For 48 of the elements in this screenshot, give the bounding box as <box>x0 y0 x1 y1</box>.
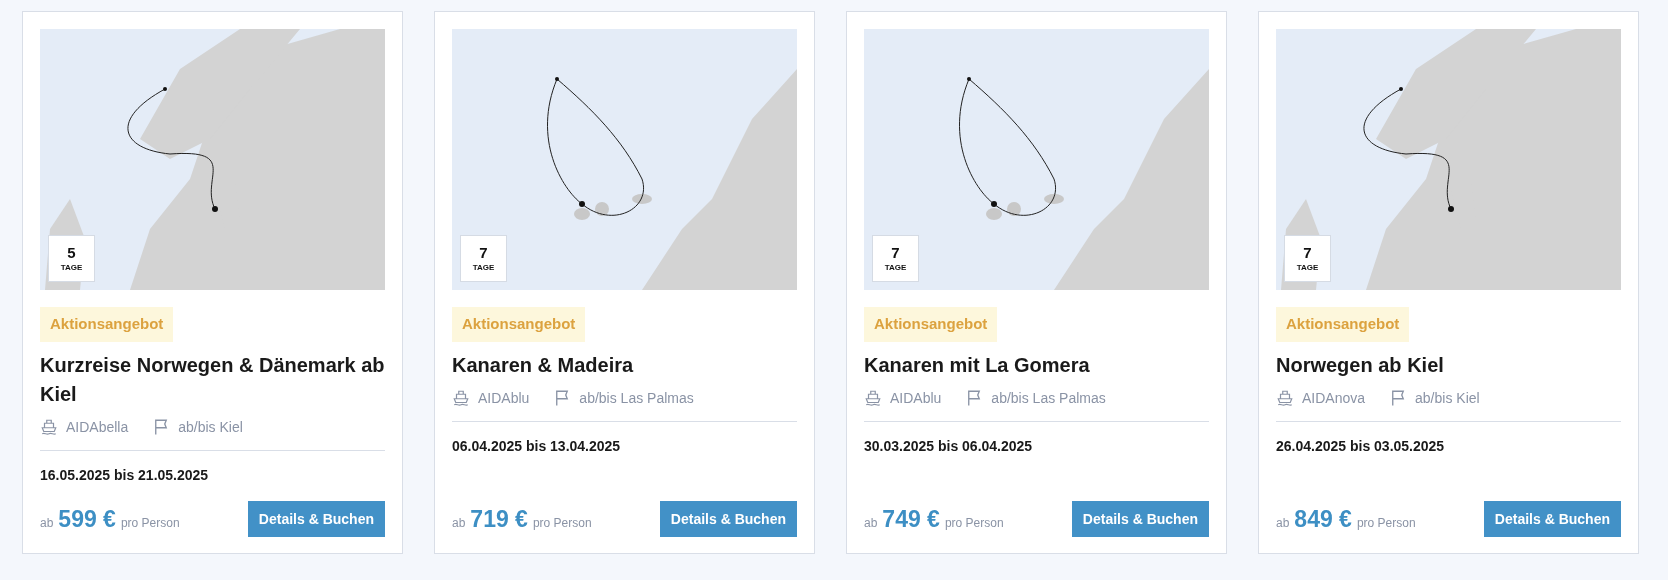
price: 599 € <box>58 504 116 534</box>
days-unit: TAGE <box>60 264 83 272</box>
price-prefix: ab <box>1276 514 1290 532</box>
offer-badge: Aktionsangebot <box>40 307 174 342</box>
details-button[interactable]: Details & Buchen <box>247 501 385 537</box>
offer-badge: Aktionsangebot <box>1276 307 1410 342</box>
price-suffix: pro Person <box>944 514 1004 532</box>
price: 719 € <box>470 504 528 534</box>
days-count: 7 <box>479 245 488 260</box>
ship-name: AIDAblu <box>890 388 942 408</box>
offer-badge: Aktionsangebot <box>864 307 998 342</box>
ship-name: AIDAblu <box>478 388 530 408</box>
travel-dates: 16.05.2025 bis 21.05.2025 <box>40 465 210 485</box>
details-button[interactable]: Details & Buchen <box>1483 501 1621 537</box>
ship-name: AIDAbella <box>66 417 129 437</box>
cruise-title: Kanaren & Madeira <box>452 352 635 378</box>
price-prefix: ab <box>452 514 466 532</box>
price-suffix: pro Person <box>532 514 592 532</box>
price-prefix: ab <box>40 514 54 532</box>
port-label: ab/bis Kiel <box>178 417 243 437</box>
price: 749 € <box>882 504 940 534</box>
days-unit: TAGE <box>472 264 495 272</box>
ship-name: AIDAnova <box>1302 388 1366 408</box>
details-button[interactable]: Details & Buchen <box>659 501 797 537</box>
ship-icon <box>864 389 882 407</box>
price-prefix: ab <box>864 514 878 532</box>
details-button[interactable]: Details & Buchen <box>1071 501 1209 537</box>
port-label: ab/bis Kiel <box>1415 388 1480 408</box>
ship-icon <box>40 418 58 436</box>
days-unit: TAGE <box>884 264 907 272</box>
travel-dates: 26.04.2025 bis 03.05.2025 <box>1276 436 1446 456</box>
port-label: ab/bis Las Palmas <box>991 388 1106 408</box>
cruise-title: Norwegen ab Kiel <box>1276 352 1445 378</box>
days-unit: TAGE <box>1296 264 1319 272</box>
days-count: 5 <box>67 245 76 260</box>
price-suffix: pro Person <box>120 514 180 532</box>
cruise-title: Kurzreise Norwegen & Dänemark ab Kiel <box>40 352 385 407</box>
price-suffix: pro Person <box>1356 514 1416 532</box>
days-count: 7 <box>891 245 900 260</box>
travel-dates: 30.03.2025 bis 06.04.2025 <box>864 436 1034 456</box>
ship-icon <box>452 389 470 407</box>
offer-badge: Aktionsangebot <box>452 307 586 342</box>
travel-dates: 06.04.2025 bis 13.04.2025 <box>452 436 622 456</box>
port-label: ab/bis Las Palmas <box>579 388 694 408</box>
price: 849 € <box>1294 504 1352 534</box>
ship-icon <box>1276 389 1294 407</box>
cruise-title: Kanaren mit La Gomera <box>864 352 1091 378</box>
days-count: 7 <box>1303 245 1312 260</box>
